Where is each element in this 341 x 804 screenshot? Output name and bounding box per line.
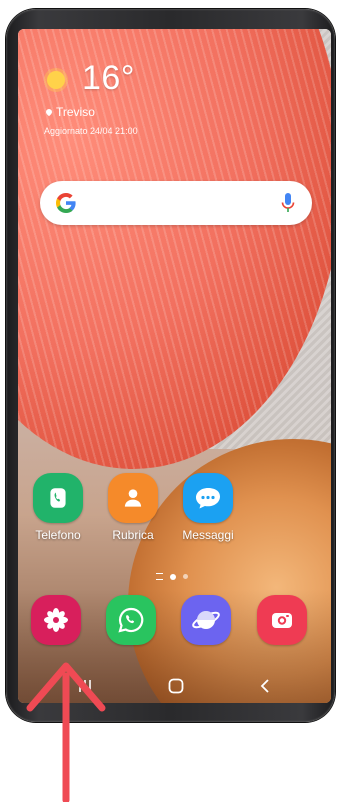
app-label: Messaggi bbox=[182, 528, 234, 542]
page-dot bbox=[183, 574, 188, 579]
pointer-arrow-icon bbox=[26, 662, 106, 802]
app-label: Rubrica bbox=[112, 528, 154, 542]
dock-camera[interactable] bbox=[250, 595, 314, 645]
message-icon bbox=[183, 473, 233, 523]
city-name: Treviso bbox=[56, 105, 95, 119]
phone-icon bbox=[33, 473, 83, 523]
back-icon[interactable] bbox=[257, 677, 275, 695]
home-screen: 16° Treviso Aggiornato 24/04 21:00 Telef… bbox=[18, 29, 331, 703]
page-indicator[interactable] bbox=[156, 573, 188, 580]
temperature: 16° bbox=[82, 59, 135, 97]
camera-icon bbox=[257, 595, 307, 645]
flower-icon bbox=[31, 595, 81, 645]
page-dot-active bbox=[170, 573, 176, 580]
dock-gallery[interactable] bbox=[24, 595, 88, 645]
microphone-icon[interactable] bbox=[280, 192, 296, 214]
contact-icon bbox=[108, 473, 158, 523]
google-search-bar[interactable] bbox=[40, 181, 312, 225]
location-pin-icon bbox=[44, 107, 54, 117]
dock-internet[interactable] bbox=[174, 595, 238, 645]
app-messaggi[interactable]: Messaggi bbox=[176, 473, 240, 542]
location-row: Treviso bbox=[44, 105, 95, 119]
app-telefono[interactable]: Telefono bbox=[26, 473, 90, 542]
last-updated: Aggiornato 24/04 21:00 bbox=[44, 126, 138, 136]
home-icon[interactable] bbox=[167, 677, 185, 695]
dock-whatsapp[interactable] bbox=[99, 595, 163, 645]
app-rubrica[interactable]: Rubrica bbox=[101, 473, 165, 542]
planet-icon bbox=[181, 595, 231, 645]
app-label: Telefono bbox=[35, 528, 81, 542]
sun-icon bbox=[47, 71, 65, 89]
google-g-icon bbox=[56, 193, 76, 213]
whatsapp-icon bbox=[106, 595, 156, 645]
list-view-icon bbox=[156, 573, 163, 580]
